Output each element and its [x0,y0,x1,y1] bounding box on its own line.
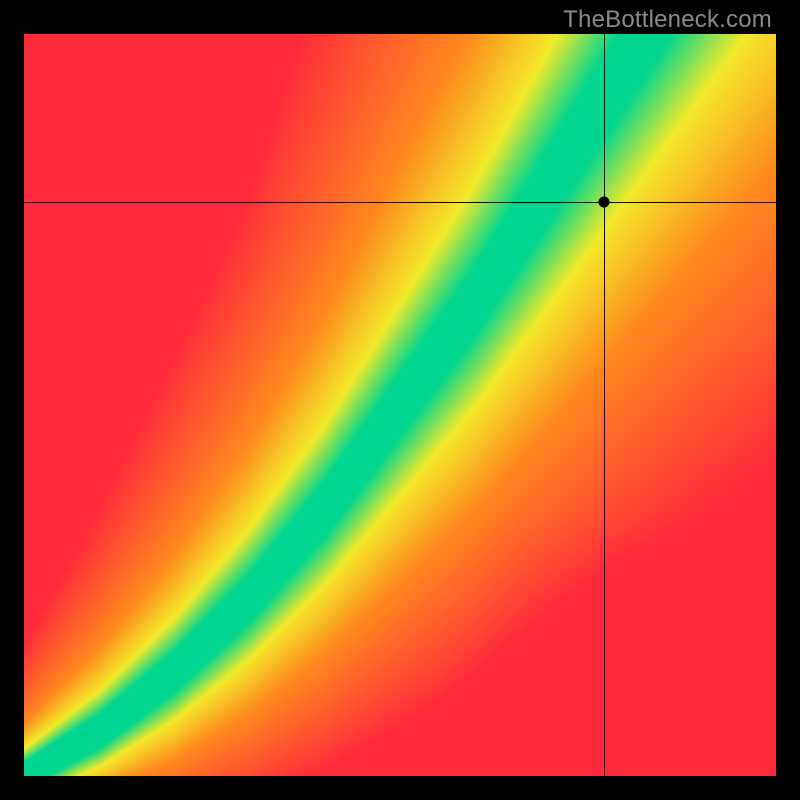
crosshair-vertical [604,34,605,776]
watermark-text: TheBottleneck.com [563,6,772,34]
heatmap-plot [24,34,776,776]
chart-frame: TheBottleneck.com [0,0,800,800]
crosshair-marker [599,197,610,208]
heatmap-canvas [24,34,776,776]
crosshair-horizontal [24,202,776,203]
